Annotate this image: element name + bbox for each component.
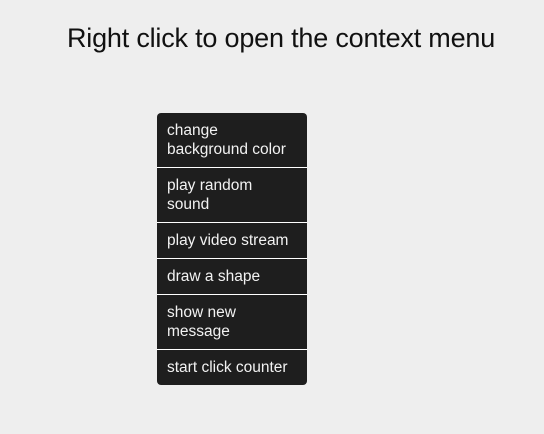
menu-item-start-click-counter[interactable]: start click counter [157, 350, 307, 385]
page-title: Right click to open the context menu [67, 23, 496, 53]
context-menu: change background color play random soun… [157, 113, 307, 385]
menu-item-draw-a-shape[interactable]: draw a shape [157, 259, 307, 294]
menu-item-show-new-message[interactable]: show new message [157, 295, 307, 349]
menu-item-play-random-sound[interactable]: play random sound [157, 168, 307, 222]
menu-item-change-background-color[interactable]: change background color [157, 113, 307, 167]
menu-item-play-video-stream[interactable]: play video stream [157, 223, 307, 258]
